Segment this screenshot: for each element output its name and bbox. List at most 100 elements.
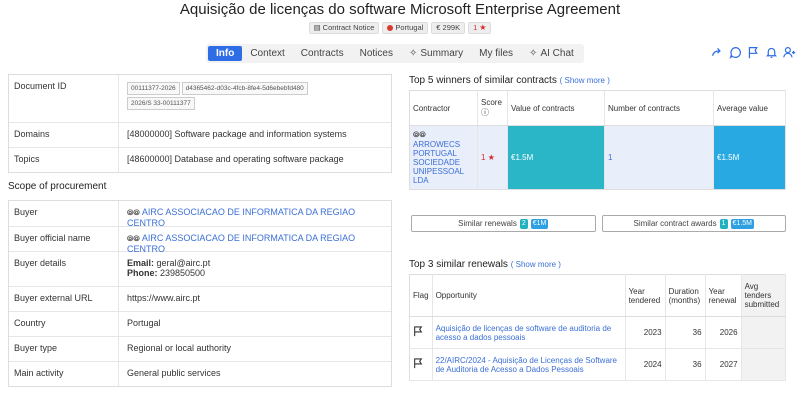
buyer-value: ⦾⦾ AIRC ASSOCIACAO DE INFORMATICA DA REGI…	[119, 201, 391, 228]
contractor-link[interactable]: ARROWECS PORTUGAL SOCIEDADE UNIPESSOAL L…	[413, 140, 464, 185]
share-icon[interactable]	[711, 46, 724, 59]
email-label: Email:	[127, 258, 155, 268]
winners-title: Top 5 winners of similar contracts	[409, 75, 557, 86]
buyer-type-value: Regional or local authority	[127, 343, 232, 353]
add-user-icon[interactable]	[783, 46, 796, 59]
organization-icon: ⦾⦾	[127, 234, 140, 243]
row-label: Country	[9, 312, 119, 336]
col-score: Score ⓘ	[477, 90, 508, 126]
value-badge: €1M	[530, 218, 549, 229]
tab-summary[interactable]: ✧ Summary	[401, 46, 471, 61]
col-average: Average value	[713, 90, 786, 126]
duration-cell: 36	[665, 348, 706, 381]
country-value: Portugal	[127, 318, 161, 328]
col-duration: Duration (months)	[665, 274, 706, 317]
tab-bar: Info Context Contracts Notices ✧ Summary …	[206, 44, 584, 63]
country-chip: Portugal	[382, 22, 429, 34]
opportunity-link[interactable]: 22/AIRC/2024 - Aquisição de Licenças de …	[436, 356, 617, 374]
row-label: Document ID	[9, 75, 119, 122]
id-tag: 2026/S 33-00111377	[127, 97, 195, 110]
opportunity-link[interactable]: Aquisição de licenças de software de aud…	[436, 324, 612, 342]
scope-heading: Scope of procurement	[8, 181, 107, 192]
country-label: Portugal	[395, 23, 424, 32]
table-row: Aquisição de licenças de software de aud…	[409, 316, 787, 349]
col-avg-tenders: Avg tenders submitted	[741, 274, 787, 317]
score-label: 1	[473, 23, 478, 32]
bell-icon[interactable]	[765, 46, 778, 59]
buyer-official-link[interactable]: AIRC ASSOCIACAO DE INFORMATICA DA REGIAO…	[127, 233, 355, 254]
domains-link[interactable]: [48000000] Software package and informat…	[119, 123, 391, 147]
flag-icon[interactable]	[747, 46, 760, 59]
main-activity-row: Main activity General public services	[9, 361, 391, 386]
tab-contracts[interactable]: Contracts	[293, 46, 352, 61]
year-tendered-cell: 2023	[625, 316, 666, 349]
opportunity-cell: 22/AIRC/2024 - Aquisição de Licenças de …	[432, 348, 626, 381]
col-opportunity: Opportunity	[432, 274, 626, 317]
col-value: Value of contracts	[507, 90, 605, 126]
row-label: Buyer details	[9, 252, 119, 286]
flag-icon	[387, 25, 394, 31]
flag-cell	[409, 316, 433, 349]
contractor-cell: ⦾⦾ARROWECS PORTUGAL SOCIEDADE UNIPESSOAL…	[409, 125, 478, 190]
tab-ai-chat[interactable]: ✧ AI Chat	[521, 46, 582, 61]
similar-renewals-button[interactable]: Similar renewals 2 €1M	[411, 215, 596, 232]
winners-show-more-link[interactable]: ( Show more )	[560, 76, 610, 85]
tab-info[interactable]: Info	[208, 46, 243, 61]
renewals-show-more-link[interactable]: ( Show more )	[511, 260, 561, 269]
row-label: Buyer external URL	[9, 287, 119, 311]
domains-row: Domains [48000000] Software package and …	[9, 122, 391, 147]
buyer-link[interactable]: AIRC ASSOCIACAO DE INFORMATICA DA REGIAO…	[127, 207, 355, 228]
buyer-details-row: Buyer details Email: geral@airc.pt Phone…	[9, 251, 391, 286]
id-tag: d4365462-d03c-4fcb-8fe4-5d6ebebfd480	[181, 82, 308, 95]
count-badge: 1	[719, 218, 728, 229]
buyer-type-row: Buyer type Regional or local authority	[9, 336, 391, 361]
tab-my-files[interactable]: My files	[471, 46, 521, 61]
value-badge: €1.5M	[730, 218, 754, 229]
value-label: € 299K	[436, 23, 461, 32]
flag-icon[interactable]	[413, 358, 423, 369]
renewals-table: Flag Opportunity Year tendered Duration …	[409, 274, 787, 381]
col-year-tendered: Year tendered	[625, 274, 666, 317]
document-id-values: 00111377-2026 d4365462-d03c-4fcb-8fe4-5d6…	[119, 75, 391, 122]
notice-chips: ▤ Contract Notice Portugal € 299K 1 ★	[0, 22, 800, 34]
flag-cell	[409, 348, 433, 381]
sparkle-icon: ✧	[529, 48, 538, 59]
winners-heading: Top 5 winners of similar contracts ( Sho…	[409, 75, 610, 86]
email-value: geral@airc.pt	[156, 258, 211, 268]
number-cell[interactable]: 1	[604, 125, 714, 190]
sparkle-icon: ✧	[408, 48, 418, 59]
table-row: ⦾⦾ARROWECS PORTUGAL SOCIEDADE UNIPESSOAL…	[409, 125, 786, 190]
id-tag: 00111377-2026	[127, 82, 180, 95]
buyer-details-value: Email: geral@airc.pt Phone: 239850500	[119, 252, 391, 286]
action-icons	[711, 46, 796, 59]
row-label: Domains	[9, 123, 119, 147]
flag-icon[interactable]	[413, 326, 423, 337]
renewals-heading: Top 3 similar renewals ( Show more )	[409, 259, 561, 270]
score-chip: 1 ★	[468, 22, 492, 34]
buyer-url-link[interactable]: https://www.airc.pt	[119, 287, 391, 311]
avg-tenders-cell	[741, 348, 787, 381]
tab-notices[interactable]: Notices	[352, 46, 401, 61]
tab-context[interactable]: Context	[242, 46, 292, 61]
row-label: Topics	[9, 148, 119, 172]
notice-icon: ▤	[313, 23, 321, 32]
topics-link[interactable]: [48600000] Database and operating softwa…	[119, 148, 391, 172]
buyer-official-row: Buyer official name ⦾⦾ AIRC ASSOCIACAO DE…	[9, 226, 391, 254]
notice-type-label: Contract Notice	[322, 23, 375, 32]
comment-icon[interactable]	[729, 46, 742, 59]
opportunity-cell: Aquisição de licenças de software de aud…	[432, 316, 626, 349]
row-label: Main activity	[9, 362, 119, 386]
topics-row: Topics [48600000] Database and operating…	[9, 147, 391, 172]
country-row: Country Portugal	[9, 311, 391, 336]
phone-value: 239850500	[160, 268, 206, 278]
col-contractor: Contractor	[409, 90, 478, 126]
page-title: Aquisição de licenças do software Micros…	[179, 1, 621, 18]
year-renewal-cell: 2027	[705, 348, 742, 381]
buyer-url-row: Buyer external URL https://www.airc.pt	[9, 286, 391, 311]
renewals-title: Top 3 similar renewals	[409, 259, 508, 270]
year-renewal-cell: 2026	[705, 316, 742, 349]
count-badge: 2	[519, 218, 528, 229]
organization-icon: ⦾⦾	[413, 130, 426, 139]
similar-awards-button[interactable]: Similar contract awards 1 €1.5M	[601, 215, 786, 232]
col-year-renewal: Year renewal	[705, 274, 742, 317]
